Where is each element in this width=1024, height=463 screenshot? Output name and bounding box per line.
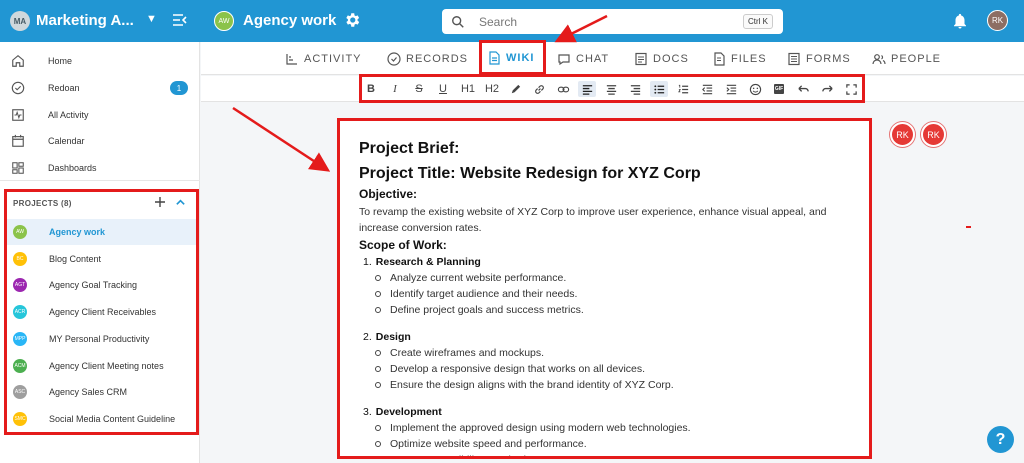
sidebar-item-label: All Activity xyxy=(48,110,89,120)
tab-records[interactable]: RECORDS xyxy=(387,42,468,75)
tab-people[interactable]: PEOPLE xyxy=(872,42,941,75)
sidebar-item-label: Home xyxy=(48,56,73,66)
presence-avatar[interactable]: RK xyxy=(921,122,946,147)
docs-icon xyxy=(635,52,647,65)
user-avatar[interactable]: RK xyxy=(987,10,1008,31)
search-bar[interactable]: Search Ctrl K xyxy=(442,9,783,34)
tab-docs[interactable]: DOCS xyxy=(634,42,689,75)
tab-label: RECORDS xyxy=(406,52,469,65)
tab-chat[interactable]: CHAT xyxy=(557,42,609,75)
sidebar-item-redoan[interactable]: Redoan 1 xyxy=(0,75,200,101)
calendar-icon xyxy=(12,134,24,147)
gear-icon[interactable] xyxy=(343,11,361,29)
sidebar-item-dashboards[interactable]: Dashboards xyxy=(0,155,200,181)
activity-icon xyxy=(12,109,24,121)
collapse-sidebar-icon[interactable] xyxy=(172,12,188,28)
divider xyxy=(0,180,200,181)
sidebar-item-calendar[interactable]: Calendar xyxy=(0,128,200,154)
home-icon xyxy=(12,55,24,67)
tab-label: FILES xyxy=(731,52,767,65)
project-avatar: AW xyxy=(214,11,234,31)
count-badge: 1 xyxy=(170,81,188,95)
bell-icon[interactable] xyxy=(951,12,969,30)
dashboard-icon xyxy=(12,162,24,174)
sidebar-item-label: Redoan xyxy=(48,83,80,93)
tab-label: PEOPLE xyxy=(891,52,942,65)
search-shortcut: Ctrl K xyxy=(743,14,773,29)
sidebar-item-label: Dashboards xyxy=(48,163,97,173)
check-circle-icon xyxy=(11,81,25,95)
tab-forms[interactable]: FORMS xyxy=(787,42,851,75)
tab-files[interactable]: FILES xyxy=(712,42,767,75)
sidebar-item-label: Calendar xyxy=(48,136,85,146)
annotation-box-toolbar xyxy=(359,74,865,103)
tab-activity[interactable]: ACTIVITY xyxy=(285,42,362,75)
tab-label: FORMS xyxy=(806,52,851,65)
help-button[interactable]: ? xyxy=(987,426,1014,453)
people-icon xyxy=(872,53,886,64)
files-icon xyxy=(714,51,725,66)
chevron-down-icon[interactable]: ▼ xyxy=(146,13,157,25)
annotation-box-document xyxy=(337,118,872,459)
forms-icon xyxy=(788,52,800,65)
workspace-avatar[interactable]: MA xyxy=(10,11,30,31)
tab-label: ACTIVITY xyxy=(304,52,362,65)
activity-tab-icon xyxy=(286,53,297,65)
search-icon xyxy=(452,15,464,28)
sidebar-item-home[interactable]: Home xyxy=(0,48,200,74)
chat-icon xyxy=(558,53,570,65)
annotation-box-projects xyxy=(4,189,199,435)
annotation-box-wiki-tab xyxy=(479,40,546,75)
project-tabs: ACTIVITY RECORDS WIKI CHAT DOCS FILES FO… xyxy=(201,42,1024,75)
top-bar: MA Marketing A... ▼ AW Agency work Searc… xyxy=(0,0,1024,42)
records-icon xyxy=(387,51,401,66)
project-title: Agency work xyxy=(243,12,337,29)
sidebar-item-all-activity[interactable]: All Activity xyxy=(0,102,200,128)
workspace-name[interactable]: Marketing A... xyxy=(36,12,136,29)
tab-label: CHAT xyxy=(576,52,610,65)
search-input[interactable]: Search xyxy=(479,15,743,29)
presence-avatar[interactable]: RK xyxy=(890,122,915,147)
annotation-mark xyxy=(966,226,971,228)
tab-label: DOCS xyxy=(653,52,689,65)
